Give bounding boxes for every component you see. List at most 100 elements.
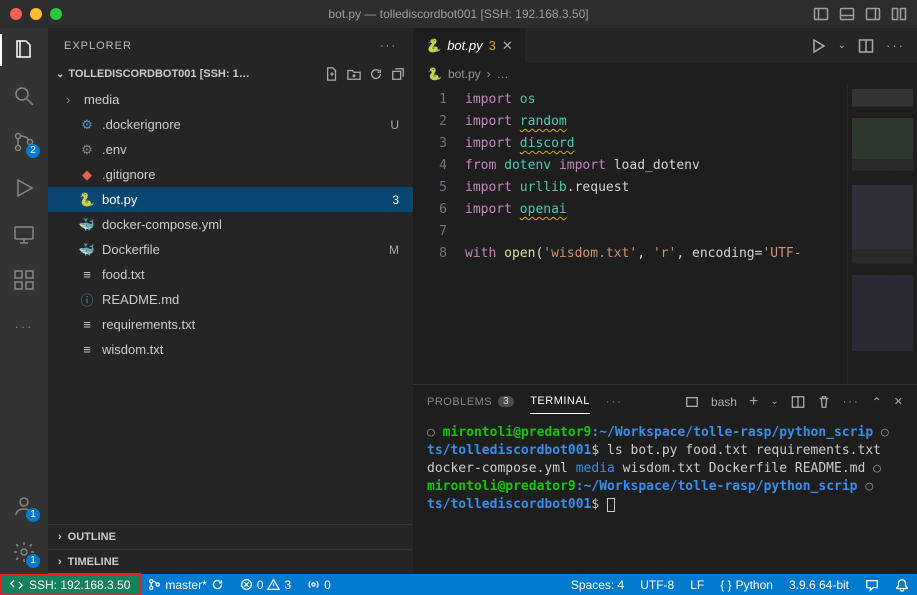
tree-file-readme[interactable]: ⓘ README.md xyxy=(48,287,413,312)
chevron-up-icon[interactable]: ⌃ xyxy=(872,395,882,409)
panel-tab-problems[interactable]: PROBLEMS 3 xyxy=(427,396,514,408)
extensions-activity[interactable] xyxy=(10,266,38,294)
close-panel-icon[interactable]: ✕ xyxy=(894,395,903,408)
tree-file-dockerfile[interactable]: 🐳 Dockerfile M xyxy=(48,237,413,262)
remote-explorer-activity[interactable] xyxy=(10,220,38,248)
tree-file-food-txt[interactable]: ≡ food.txt xyxy=(48,262,413,287)
text-file-icon: ≡ xyxy=(78,267,96,282)
chevron-right-icon: › xyxy=(487,67,491,81)
status-feedback[interactable] xyxy=(857,578,887,592)
status-encoding[interactable]: UTF-8 xyxy=(632,578,682,592)
run-debug-icon xyxy=(12,176,36,200)
search-activity[interactable] xyxy=(10,82,38,110)
run-activity[interactable] xyxy=(10,174,38,202)
split-terminal-icon[interactable] xyxy=(791,395,805,409)
terminal-content[interactable]: ○ mirontoli@predator9:~/Workspace/tolle-… xyxy=(413,418,917,574)
outline-section[interactable]: › OUTLINE xyxy=(48,524,413,549)
breadcrumb-file: bot.py xyxy=(448,67,481,81)
tree-file-docker-compose[interactable]: 🐳 docker-compose.yml xyxy=(48,212,413,237)
titlebar: bot.py — tollediscordbot001 [SSH: 192.16… xyxy=(0,0,917,28)
tree-label: wisdom.txt xyxy=(102,342,163,357)
remote-explorer-icon xyxy=(12,222,36,246)
explorer-section-header[interactable]: ⌄ TOLLEDISCORDBOT001 [SSH: 1… xyxy=(48,63,413,85)
tree-file-wisdom[interactable]: ≡ wisdom.txt xyxy=(48,337,413,362)
status-branch[interactable]: master* xyxy=(140,574,231,595)
accounts-activity[interactable]: 1 xyxy=(10,492,38,520)
scm-activity[interactable]: 2 xyxy=(10,128,38,156)
settings-activity[interactable]: 1 xyxy=(10,538,38,566)
panel-right-icon[interactable] xyxy=(865,6,881,22)
panel-overflow-icon[interactable]: ··· xyxy=(843,396,860,408)
new-folder-icon[interactable] xyxy=(347,67,361,81)
tree-label: requirements.txt xyxy=(102,317,195,332)
sync-icon[interactable] xyxy=(211,578,224,591)
problems-count: 3 xyxy=(392,193,413,207)
warning-icon xyxy=(267,578,280,591)
docker-icon: 🐳 xyxy=(78,242,96,258)
chevron-down-icon: ⌄ xyxy=(56,69,64,80)
chevron-down-icon[interactable]: ⌄ xyxy=(770,396,778,407)
status-ports[interactable]: 0 xyxy=(299,574,339,595)
tab-bot-py[interactable]: 🐍 bot.py 3 ✕ xyxy=(413,28,526,63)
text-file-icon: ≡ xyxy=(78,342,96,357)
run-icon[interactable] xyxy=(810,38,826,54)
refresh-icon[interactable] xyxy=(369,67,383,81)
info-icon: ⓘ xyxy=(78,290,96,309)
more-activity[interactable]: ··· xyxy=(10,312,38,340)
minimap[interactable] xyxy=(847,85,917,384)
minimize-window-button[interactable] xyxy=(30,8,42,20)
timeline-label: TIMELINE xyxy=(68,556,119,568)
line-gutter: 1 2 3 4 5 6 7 8 xyxy=(413,85,459,384)
panel-more-icon[interactable]: ··· xyxy=(606,396,623,408)
status-language[interactable]: { } Python xyxy=(712,578,781,592)
language-icon: { } xyxy=(720,578,731,592)
close-icon[interactable]: ✕ xyxy=(502,38,513,54)
breadcrumb[interactable]: 🐍 bot.py › … xyxy=(413,63,917,85)
shell-name: bash xyxy=(711,395,737,409)
panel-bottom-icon[interactable] xyxy=(839,6,855,22)
panel-tab-bar: PROBLEMS 3 TERMINAL ··· bash + ⌄ ··· ⌃ ✕ xyxy=(413,385,917,418)
chevron-down-icon[interactable]: ⌄ xyxy=(838,40,846,51)
tree-file-bot-py[interactable]: 🐍 bot.py 3 xyxy=(48,187,413,212)
explorer-activity[interactable] xyxy=(10,36,38,64)
status-python-version[interactable]: 3.9.6 64-bit xyxy=(781,578,857,592)
python-icon: 🐍 xyxy=(78,192,96,208)
panel-left-icon[interactable] xyxy=(813,6,829,22)
tree-label: .dockerignore xyxy=(102,117,181,132)
status-eol[interactable]: LF xyxy=(682,578,712,592)
sidebar-more-icon[interactable]: ··· xyxy=(380,40,397,52)
tab-problems-count: 3 xyxy=(489,38,496,53)
editor-body[interactable]: 1 2 3 4 5 6 7 8 import os import random … xyxy=(413,85,917,384)
window-controls xyxy=(10,8,62,20)
code-content[interactable]: import os import random import discord f… xyxy=(459,85,847,384)
tree-label: food.txt xyxy=(102,267,145,282)
status-remote[interactable]: SSH: 192.168.3.50 xyxy=(0,574,140,595)
git-status-modified: M xyxy=(389,243,413,257)
maximize-window-button[interactable] xyxy=(50,8,62,20)
tree-folder-media[interactable]: › media xyxy=(48,87,413,112)
tab-more-icon[interactable]: ··· xyxy=(886,38,905,53)
title-layout-controls xyxy=(813,6,907,22)
terminal-profile-icon[interactable] xyxy=(685,395,699,409)
window-title: bot.py — tollediscordbot001 [SSH: 192.16… xyxy=(0,7,917,21)
status-spaces[interactable]: Spaces: 4 xyxy=(563,578,632,592)
panel-tab-terminal[interactable]: TERMINAL xyxy=(530,395,590,414)
collapse-all-icon[interactable] xyxy=(391,67,405,81)
new-file-icon[interactable] xyxy=(325,67,339,81)
status-problems[interactable]: 0 3 xyxy=(232,574,299,595)
tree-file-requirements[interactable]: ≡ requirements.txt xyxy=(48,312,413,337)
text-file-icon: ≡ xyxy=(78,317,96,332)
search-icon xyxy=(12,84,36,108)
trash-icon[interactable] xyxy=(817,395,831,409)
new-terminal-icon[interactable]: + xyxy=(749,393,758,411)
close-window-button[interactable] xyxy=(10,8,22,20)
settings-badge: 1 xyxy=(26,554,40,568)
tree-file-gitignore[interactable]: ◆ .gitignore xyxy=(48,162,413,187)
layout-grid-icon[interactable] xyxy=(891,6,907,22)
tree-file-env[interactable]: ⚙ .env xyxy=(48,137,413,162)
status-notifications[interactable] xyxy=(887,578,917,592)
tree-file-dockerignore[interactable]: ⚙ .dockerignore U xyxy=(48,112,413,137)
split-editor-icon[interactable] xyxy=(858,38,874,54)
timeline-section[interactable]: › TIMELINE xyxy=(48,549,413,574)
chevron-right-icon: › xyxy=(58,556,62,568)
